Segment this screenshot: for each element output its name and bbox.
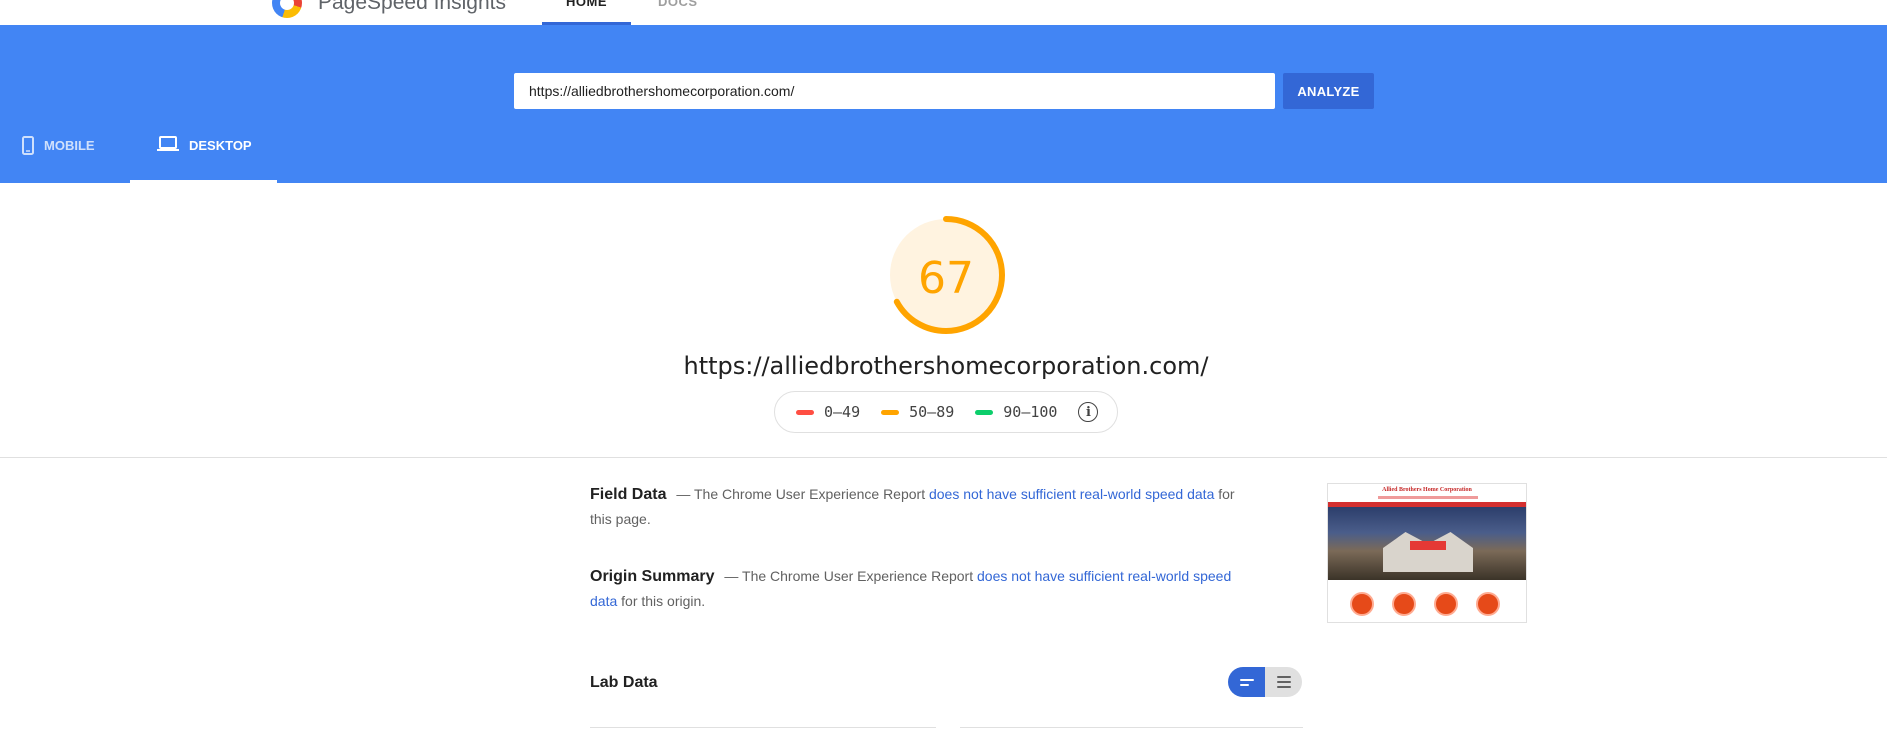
- url-input[interactable]: [514, 73, 1275, 109]
- analyzed-url: https://alliedbrothershomecorporation.co…: [683, 352, 1209, 380]
- score-legend: 0–49 50–89 90–100 i: [774, 391, 1118, 433]
- thumbnail-badge: [1392, 592, 1416, 616]
- page-screenshot-thumbnail: Allied Brothers Home Corporation: [1327, 483, 1527, 623]
- lab-divider-right: [960, 727, 1303, 728]
- summary-view-icon[interactable]: [1228, 667, 1265, 697]
- thumbnail-site-title: Allied Brothers Home Corporation: [1382, 487, 1472, 493]
- info-icon[interactable]: i: [1078, 402, 1099, 422]
- tab-mobile[interactable]: MOBILE: [22, 136, 95, 183]
- field-data-heading: Field Data: [590, 486, 667, 503]
- phone-icon: [22, 136, 34, 155]
- thumbnail-cta: [1410, 541, 1446, 550]
- origin-summary-suffix: for this origin.: [617, 593, 706, 609]
- lab-data-heading: Lab Data: [590, 674, 658, 691]
- nav-tab-docs[interactable]: DOCS: [658, 0, 698, 9]
- field-data-prefix: — The Chrome User Experience Report: [676, 486, 929, 502]
- performance-score: 67: [918, 253, 974, 304]
- thumbnail-badge: [1350, 592, 1374, 616]
- nav-tab-home[interactable]: HOME: [542, 0, 631, 25]
- legend-pass: 90–100: [975, 403, 1057, 421]
- legend-fail: 0–49: [796, 403, 860, 421]
- legend-fail-swatch: [796, 409, 814, 415]
- legend-pass-label: 90–100: [1003, 403, 1058, 421]
- brand-title[interactable]: PageSpeed Insights: [318, 0, 506, 15]
- legend-pass-swatch: [975, 409, 994, 415]
- tab-mobile-label: MOBILE: [44, 138, 95, 153]
- thumbnail-subheader: [1378, 496, 1478, 499]
- section-divider: [0, 457, 1887, 458]
- legend-average: 50–89: [881, 403, 954, 421]
- field-data-link[interactable]: does not have sufficient real-world spee…: [929, 486, 1214, 502]
- top-nav: PageSpeed Insights HOME DOCS: [0, 0, 1887, 25]
- tab-desktop-label: DESKTOP: [189, 138, 252, 153]
- legend-fail-label: 0–49: [824, 403, 861, 421]
- thumbnail-badge: [1476, 592, 1500, 616]
- laptop-icon: [157, 136, 179, 151]
- origin-summary-prefix: — The Chrome User Experience Report: [724, 568, 977, 584]
- field-data-section: Field Data — The Chrome User Experience …: [590, 482, 1240, 532]
- lab-divider-left: [590, 727, 936, 728]
- analyze-header: ANALYZE MOBILE DESKTOP: [0, 25, 1887, 183]
- legend-average-swatch: [881, 409, 900, 415]
- origin-summary-heading: Origin Summary: [590, 568, 715, 585]
- pagespeed-logo-icon[interactable]: [272, 0, 302, 18]
- analyze-button[interactable]: ANALYZE: [1283, 73, 1374, 109]
- origin-summary-section: Origin Summary — The Chrome User Experie…: [590, 564, 1240, 614]
- legend-average-label: 50–89: [909, 403, 955, 421]
- view-toggle[interactable]: [1228, 667, 1303, 697]
- detailed-view-icon[interactable]: [1265, 667, 1302, 697]
- tab-desktop[interactable]: DESKTOP: [130, 136, 277, 183]
- thumbnail-badge: [1434, 592, 1458, 616]
